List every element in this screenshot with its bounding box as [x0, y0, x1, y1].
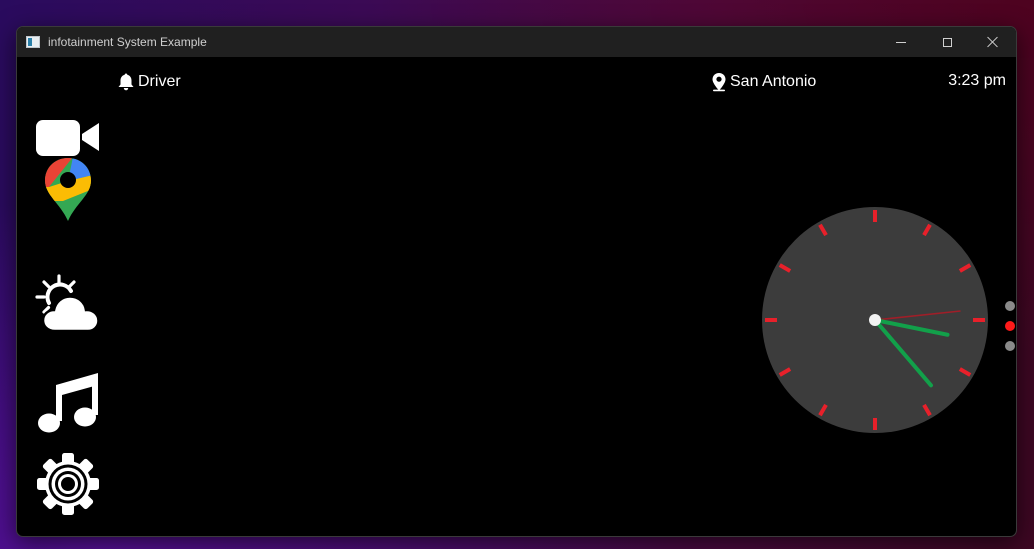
window-controls: [878, 27, 1016, 57]
window-title: infotainment System Example: [48, 35, 207, 49]
location-status[interactable]: San Antonio: [711, 72, 816, 92]
title-bar[interactable]: infotainment System Example: [17, 27, 1016, 57]
app-window: infotainment System Example Driver San A…: [16, 26, 1017, 537]
partly-cloudy-weather-icon[interactable]: [33, 273, 103, 335]
video-camera-icon[interactable]: [35, 117, 101, 157]
minimize-button[interactable]: [878, 27, 924, 57]
page-indicator-dot[interactable]: [1005, 341, 1015, 351]
clock-time-text: 3:23 pm: [948, 72, 1006, 89]
close-button[interactable]: [970, 27, 1016, 57]
location-pin-icon: [712, 73, 726, 92]
driver-status[interactable]: Driver: [117, 72, 181, 92]
location-label: San Antonio: [730, 73, 817, 90]
settings-gear-icon[interactable]: [35, 451, 101, 517]
close-icon: [987, 36, 999, 48]
maximize-icon: [942, 37, 952, 47]
page-indicator-dot[interactable]: [1005, 321, 1015, 331]
music-note-icon[interactable]: [36, 371, 102, 437]
page-indicator: [1005, 301, 1015, 361]
driver-label: Driver: [138, 73, 181, 90]
infotainment-screen: Driver San Antonio 3:23 pm: [17, 57, 1016, 536]
minimize-icon: [896, 41, 906, 43]
analog-clock[interactable]: [761, 206, 989, 434]
google-maps-pin-icon[interactable]: [43, 157, 93, 223]
maximize-button[interactable]: [924, 27, 970, 57]
page-indicator-dot[interactable]: [1005, 301, 1015, 311]
clock-center-pin: [869, 314, 881, 326]
app-window-icon: [26, 36, 40, 48]
bell-icon: [118, 73, 134, 91]
